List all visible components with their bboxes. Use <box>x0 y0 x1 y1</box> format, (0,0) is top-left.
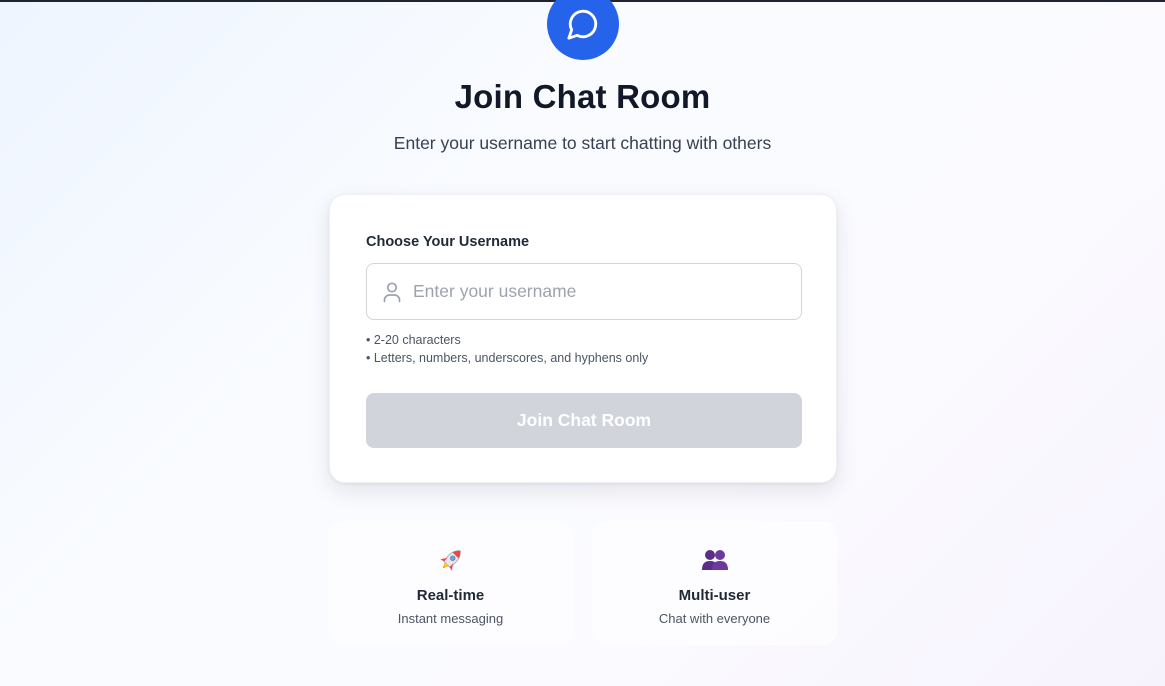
feature-description: Instant messaging <box>397 611 504 626</box>
users-icon <box>592 545 837 575</box>
feature-description: Chat with everyone <box>658 611 771 626</box>
user-icon <box>382 281 402 303</box>
join-form-card: Choose Your Username • 2-20 characters •… <box>329 194 837 483</box>
join-chat-room-button[interactable]: Join Chat Room <box>366 393 802 448</box>
hint-length: • 2-20 characters <box>366 333 461 347</box>
username-input-wrapper[interactable] <box>366 263 802 320</box>
feature-card-realtime: Real-time Instant messaging <box>328 521 573 645</box>
logo-badge <box>547 0 619 60</box>
page-title: Join Chat Room <box>454 78 711 115</box>
feature-title: Multi-user <box>678 587 751 604</box>
username-input[interactable] <box>413 264 793 319</box>
feature-card-multiuser: Multi-user Chat with everyone <box>592 521 837 645</box>
rocket-icon <box>328 545 573 575</box>
username-requirements: • 2-20 characters • Letters, numbers, un… <box>366 331 648 367</box>
feature-title: Real-time <box>416 587 485 604</box>
username-label: Choose Your Username <box>366 234 530 250</box>
hint-characters: • Letters, numbers, underscores, and hyp… <box>366 351 649 365</box>
chat-bubble-icon <box>566 7 600 41</box>
page-subtitle: Enter your username to start chatting wi… <box>393 133 772 153</box>
